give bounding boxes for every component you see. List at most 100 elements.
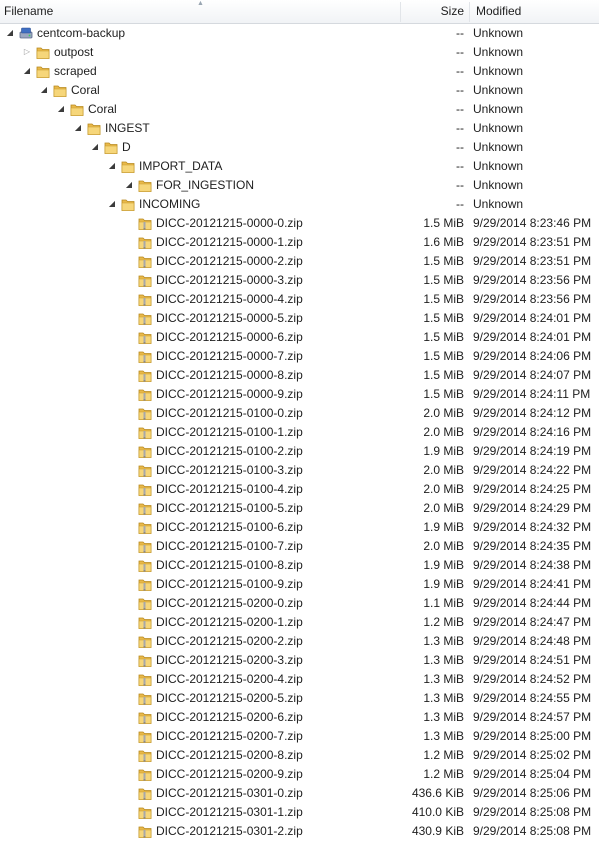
file-row[interactable]: DICC-20121215-0200-5.zip 1.3 MiB 9/29/2014…	[0, 689, 599, 708]
item-modified: 9/29/2014 8:24:32 PM	[473, 520, 592, 534]
file-row[interactable]: DICC-20121215-0100-8.zip 1.9 MiB 9/29/2014…	[0, 556, 599, 575]
file-row[interactable]: DICC-20121215-0200-1.zip 1.2 MiB 9/29/2014…	[0, 613, 599, 632]
file-row[interactable]: DICC-20121215-0100-0.zip 2.0 MiB 9/29/2014…	[0, 404, 599, 423]
file-row[interactable]: DICC-20121215-0100-7.zip 2.0 MiB 9/29/2014…	[0, 537, 599, 556]
item-size: 1.3 MiB	[423, 653, 464, 667]
item-size: --	[456, 121, 464, 135]
item-name: DICC-20121215-0100-0.zip	[156, 406, 303, 420]
collapse-arrow-icon[interactable]: ◢	[73, 123, 83, 133]
file-row[interactable]: DICC-20121215-0000-0.zip 1.5 MiB 9/29/2014…	[0, 214, 599, 233]
zip-folder-icon	[138, 216, 152, 231]
item-size: 1.5 MiB	[423, 254, 464, 268]
item-modified: 9/29/2014 8:24:44 PM	[473, 596, 592, 610]
collapse-arrow-icon[interactable]: ◢	[90, 142, 100, 152]
item-name: DICC-20121215-0200-9.zip	[156, 767, 303, 781]
file-row[interactable]: DICC-20121215-0301-0.zip 436.6 KiB 9/29/20…	[0, 784, 599, 803]
item-name: INCOMING	[139, 197, 201, 211]
file-row[interactable]: DICC-20121215-0200-3.zip 1.3 MiB 9/29/2014…	[0, 651, 599, 670]
item-size: 1.9 MiB	[423, 577, 464, 591]
expand-arrow-icon[interactable]: ▷	[22, 47, 32, 57]
item-size: 1.9 MiB	[423, 558, 464, 572]
item-size: 1.5 MiB	[423, 368, 464, 382]
collapse-arrow-icon[interactable]: ◢	[39, 85, 49, 95]
folder-row[interactable]: ◢ INGEST -- Unknown	[0, 119, 599, 138]
folder-row[interactable]: ◢ INCOMING -- Unknown	[0, 195, 599, 214]
zip-folder-icon	[138, 653, 152, 668]
zip-folder-icon	[138, 292, 152, 307]
item-modified: 9/29/2014 8:24:01 PM	[473, 330, 592, 344]
file-row[interactable]: DICC-20121215-0000-5.zip 1.5 MiB 9/29/2014…	[0, 309, 599, 328]
drive-icon	[19, 26, 33, 41]
file-row[interactable]: DICC-20121215-0100-6.zip 1.9 MiB 9/29/2014…	[0, 518, 599, 537]
folder-icon	[138, 178, 152, 193]
file-row[interactable]: DICC-20121215-0000-9.zip 1.5 MiB 9/29/2014…	[0, 385, 599, 404]
file-row[interactable]: DICC-20121215-0000-8.zip 1.5 MiB 9/29/2014…	[0, 366, 599, 385]
column-header-bar: Filename ▲ Size Modified	[0, 0, 599, 24]
item-modified: 9/29/2014 8:25:08 PM	[473, 805, 592, 819]
file-row[interactable]: DICC-20121215-0200-8.zip 1.2 MiB 9/29/2014…	[0, 746, 599, 765]
zip-folder-icon	[138, 349, 152, 364]
file-row[interactable]: DICC-20121215-0100-3.zip 2.0 MiB 9/29/2014…	[0, 461, 599, 480]
column-header-size[interactable]: Size	[402, 0, 468, 23]
collapse-arrow-icon[interactable]: ◢	[107, 161, 117, 171]
item-size: 1.2 MiB	[423, 615, 464, 629]
file-row[interactable]: DICC-20121215-0000-1.zip 1.6 MiB 9/29/2014…	[0, 233, 599, 252]
file-row[interactable]: DICC-20121215-0000-2.zip 1.5 MiB 9/29/2014…	[0, 252, 599, 271]
item-name: DICC-20121215-0100-9.zip	[156, 577, 303, 591]
file-row[interactable]: DICC-20121215-0200-0.zip 1.1 MiB 9/29/2014…	[0, 594, 599, 613]
folder-row[interactable]: ◢ Coral -- Unknown	[0, 81, 599, 100]
item-name: DICC-20121215-0000-5.zip	[156, 311, 303, 325]
file-row[interactable]: DICC-20121215-0100-4.zip 2.0 MiB 9/29/2014…	[0, 480, 599, 499]
item-name: DICC-20121215-0200-6.zip	[156, 710, 303, 724]
zip-folder-icon	[138, 672, 152, 687]
folder-row[interactable]: ◢ IMPORT_DATA -- Unknown	[0, 157, 599, 176]
file-row[interactable]: DICC-20121215-0000-6.zip 1.5 MiB 9/29/2014…	[0, 328, 599, 347]
item-name: DICC-20121215-0200-2.zip	[156, 634, 303, 648]
file-row[interactable]: DICC-20121215-0200-7.zip 1.3 MiB 9/29/2014…	[0, 727, 599, 746]
file-row[interactable]: DICC-20121215-0200-4.zip 1.3 MiB 9/29/2014…	[0, 670, 599, 689]
collapse-arrow-icon[interactable]: ◢	[22, 66, 32, 76]
folder-row[interactable]: ◢ FOR_INGESTION -- Unknown	[0, 176, 599, 195]
item-name: DICC-20121215-0200-0.zip	[156, 596, 303, 610]
file-row[interactable]: DICC-20121215-0100-1.zip 2.0 MiB 9/29/2014…	[0, 423, 599, 442]
item-size: --	[456, 159, 464, 173]
folder-row[interactable]: ◢ centcom-backup -- Unknown	[0, 24, 599, 43]
item-name: DICC-20121215-0000-9.zip	[156, 387, 303, 401]
item-modified: 9/29/2014 8:24:51 PM	[473, 653, 592, 667]
file-row[interactable]: DICC-20121215-0000-4.zip 1.5 MiB 9/29/2014…	[0, 290, 599, 309]
item-size: 1.5 MiB	[423, 387, 464, 401]
item-size: 2.0 MiB	[423, 406, 464, 420]
item-name: DICC-20121215-0200-1.zip	[156, 615, 303, 629]
file-row[interactable]: DICC-20121215-0301-2.zip 430.9 KiB 9/29/20…	[0, 822, 599, 841]
column-header-modified[interactable]: Modified	[470, 0, 599, 23]
collapse-arrow-icon[interactable]: ◢	[124, 180, 134, 190]
file-row[interactable]: DICC-20121215-0200-2.zip 1.3 MiB 9/29/2014…	[0, 632, 599, 651]
item-modified: 9/29/2014 8:24:29 PM	[473, 501, 592, 515]
item-name: IMPORT_DATA	[139, 159, 223, 173]
folder-row[interactable]: ◢ scraped -- Unknown	[0, 62, 599, 81]
folder-row[interactable]: ◢ Coral -- Unknown	[0, 100, 599, 119]
item-modified: 9/29/2014 8:24:38 PM	[473, 558, 592, 572]
collapse-arrow-icon[interactable]: ◢	[107, 199, 117, 209]
zip-folder-icon	[138, 729, 152, 744]
zip-folder-icon	[138, 235, 152, 250]
collapse-arrow-icon[interactable]: ◢	[56, 104, 66, 114]
file-row[interactable]: DICC-20121215-0100-2.zip 1.9 MiB 9/29/2014…	[0, 442, 599, 461]
item-name: DICC-20121215-0200-5.zip	[156, 691, 303, 705]
file-row[interactable]: DICC-20121215-0100-9.zip 1.9 MiB 9/29/2014…	[0, 575, 599, 594]
item-modified: Unknown	[473, 102, 524, 116]
sort-ascending-icon: ▲	[197, 0, 204, 7]
item-size: 430.9 KiB	[411, 824, 464, 838]
file-row[interactable]: DICC-20121215-0200-9.zip 1.2 MiB 9/29/2014…	[0, 765, 599, 784]
column-divider[interactable]	[400, 2, 401, 22]
item-size: 1.5 MiB	[423, 349, 464, 363]
collapse-arrow-icon[interactable]: ◢	[5, 28, 15, 38]
file-row[interactable]: DICC-20121215-0200-6.zip 1.3 MiB 9/29/2014…	[0, 708, 599, 727]
file-row[interactable]: DICC-20121215-0301-1.zip 410.0 KiB 9/29/20…	[0, 803, 599, 822]
folder-row[interactable]: ▷ outpost -- Unknown	[0, 43, 599, 62]
file-row[interactable]: DICC-20121215-0000-7.zip 1.5 MiB 9/29/2014…	[0, 347, 599, 366]
file-row[interactable]: DICC-20121215-0100-5.zip 2.0 MiB 9/29/2014…	[0, 499, 599, 518]
folder-row[interactable]: ◢ D -- Unknown	[0, 138, 599, 157]
item-size: 1.3 MiB	[423, 672, 464, 686]
file-row[interactable]: DICC-20121215-0000-3.zip 1.5 MiB 9/29/2014…	[0, 271, 599, 290]
